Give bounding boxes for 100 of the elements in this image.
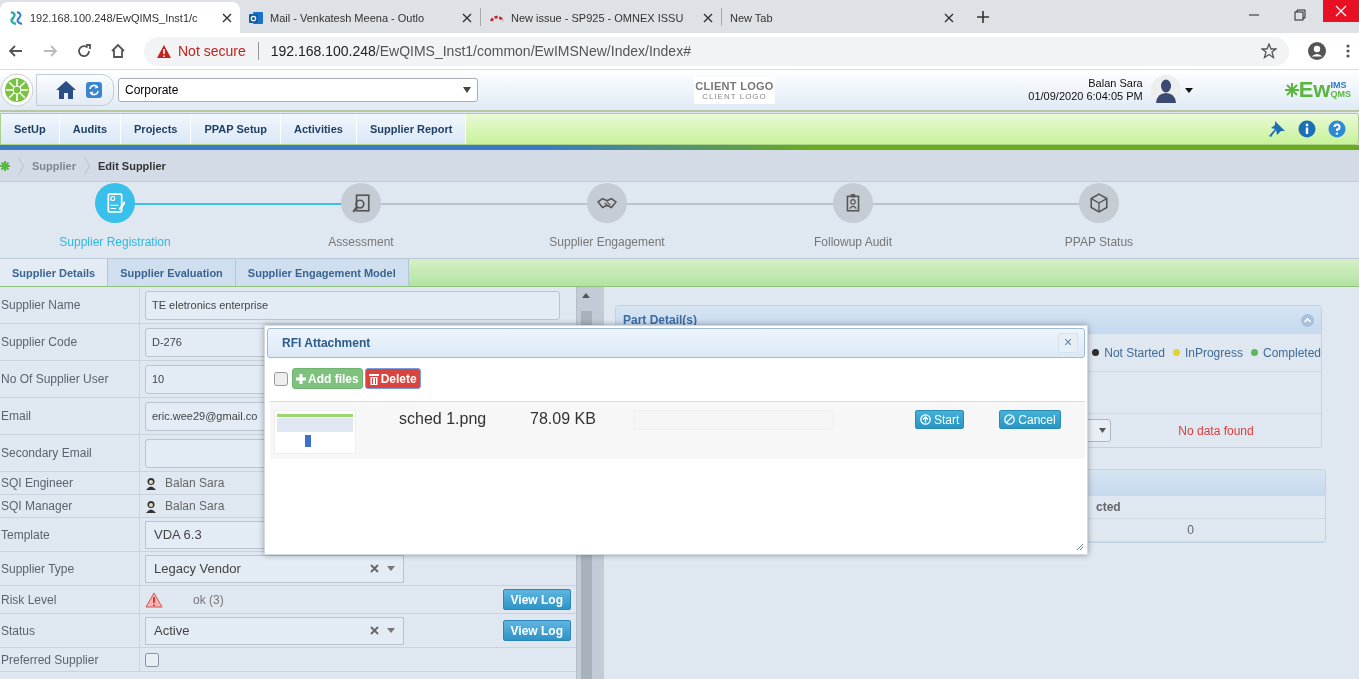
step-label[interactable]: Assessment (328, 235, 394, 249)
date-time: 01/09/2020 6:04:05 PM (1028, 90, 1143, 103)
field-label: Secondary Email (0, 435, 140, 472)
close-icon[interactable] (944, 12, 954, 23)
breadcrumb-current: Edit Supplier (98, 159, 166, 172)
file-name: sched 1.png (399, 410, 488, 428)
view-log-button[interactable]: View Log (502, 620, 572, 641)
site-dropdown[interactable]: Corporate (118, 78, 478, 102)
home-icon[interactable] (55, 80, 77, 100)
field-label: Email (0, 398, 140, 435)
menu-item[interactable]: Audits (59, 114, 121, 145)
document-icon (105, 193, 125, 213)
dropdown-field[interactable]: Active (145, 616, 404, 645)
table-cell: 0 (1096, 519, 1325, 542)
more-icon[interactable] (1345, 43, 1351, 59)
view-log-button[interactable]: View Log (502, 589, 572, 610)
step-circle[interactable] (587, 183, 627, 223)
close-button[interactable]: × (1058, 333, 1078, 353)
url-text[interactable]: 192.168.100.248/EwQIMS_Inst1/common/EwIMSNew/Index/Index# (270, 43, 691, 59)
back-icon[interactable] (8, 43, 24, 59)
step-circle[interactable] (1079, 183, 1119, 223)
asterisk-icon (1284, 83, 1299, 97)
warning-icon (156, 43, 172, 59)
close-icon[interactable] (703, 12, 713, 23)
person-icon (145, 499, 157, 513)
user-avatar-icon[interactable] (1150, 75, 1181, 105)
field-label: SQI Engineer (0, 472, 140, 495)
panel-title: Part Detail(s) (623, 313, 698, 327)
caret-icon (1099, 428, 1106, 433)
tab[interactable]: Supplier Details (0, 259, 109, 286)
clear-icon[interactable] (370, 564, 379, 573)
resize-grip-icon[interactable] (1076, 543, 1084, 551)
person-name: Balan Sara (165, 476, 225, 490)
step-label[interactable]: PPAP Status (1064, 235, 1134, 249)
field-label: Status (0, 614, 140, 648)
caret-icon[interactable] (1184, 87, 1193, 93)
warning-icon (145, 591, 163, 608)
reload-icon[interactable] (76, 43, 92, 59)
plus-icon (296, 373, 306, 384)
caret-icon (463, 87, 471, 93)
browser-tab[interactable]: 192.168.100.248/EwQIMS_Inst1/c (0, 2, 240, 33)
app-favicon (8, 9, 24, 26)
field-label: Supplier Type (0, 552, 140, 586)
step-label[interactable]: Supplier Engagement (549, 235, 665, 249)
trash-icon (368, 372, 379, 385)
new-tab-icon[interactable] (976, 10, 990, 24)
menu-item[interactable]: PPAP Setup (191, 114, 281, 145)
magnifier-document-icon (351, 193, 371, 213)
pin-icon[interactable] (1268, 120, 1286, 139)
asterisk-icon (0, 160, 10, 171)
menu-item[interactable]: Supplier Report (356, 114, 467, 145)
client-logo: CLIENT LOGO CLIENT LOGO (694, 76, 775, 104)
browser-tab[interactable]: New Tab (722, 2, 962, 33)
clear-icon[interactable] (370, 626, 379, 635)
help-icon[interactable] (1328, 120, 1346, 139)
menu-item[interactable]: Activities (281, 114, 357, 145)
person-icon (145, 476, 157, 490)
close-icon[interactable] (222, 12, 232, 23)
legend-label: Completed (1262, 345, 1321, 360)
address-bar[interactable]: Not secure 192.168.100.248/EwQIMS_Inst1/common/EwIMSNew/Index/Index# (144, 36, 1289, 66)
security-label[interactable]: Not secure (178, 43, 246, 59)
tab[interactable]: Supplier Engagement Model (235, 259, 409, 286)
mail-favicon (248, 9, 264, 26)
chevron-icon (84, 156, 90, 175)
arc-favicon (489, 13, 505, 22)
close-icon[interactable] (462, 12, 472, 23)
empty-message: No data found (1177, 423, 1255, 438)
cancel-button[interactable]: Cancel (999, 410, 1061, 429)
bookmark-star-icon[interactable] (1261, 43, 1277, 59)
delete-button[interactable]: Delete (364, 368, 421, 389)
text-field[interactable]: TE eletronics enterprise (145, 290, 560, 320)
field-label: No Of Supplier User (0, 361, 140, 398)
step-circle[interactable] (341, 183, 381, 223)
cube-icon (1089, 193, 1109, 213)
field-label: Preferred Supplier (0, 648, 140, 672)
field-label: Supplier Code (0, 324, 140, 361)
browser-tab[interactable]: Mail - Venkatesh Meena - Outlo (240, 2, 480, 33)
step-circle[interactable] (833, 183, 873, 223)
menu-item[interactable]: SetUp (1, 114, 60, 145)
legend-label: InProgress (1184, 345, 1243, 360)
dropdown-field[interactable]: Legacy Vendor (145, 554, 404, 583)
info-icon[interactable] (1298, 120, 1316, 139)
menu-item[interactable]: Projects (121, 114, 192, 145)
tab[interactable]: Supplier Evaluation (108, 259, 236, 286)
profile-icon[interactable] (1307, 41, 1327, 61)
checkbox[interactable] (145, 652, 159, 667)
dialog-title: RFI Attachment (282, 336, 371, 350)
upload-icon (920, 414, 931, 425)
chevron-icon (18, 156, 24, 175)
user-name: Balan Sara (1088, 77, 1143, 90)
start-button[interactable]: Start (915, 410, 965, 429)
refresh-icon[interactable] (85, 81, 103, 99)
field-label: Risk Level (0, 586, 140, 614)
home-icon[interactable] (110, 43, 126, 59)
field-label: Supplier Name (0, 287, 140, 324)
checkbox[interactable] (274, 371, 288, 386)
browser-tab[interactable]: New issue - SP925 - OMNEX ISSU (481, 2, 721, 33)
file-size: 78.09 KB (530, 410, 597, 428)
column-header: cted (1096, 496, 1325, 519)
step-label[interactable]: Followup Audit (813, 235, 892, 249)
